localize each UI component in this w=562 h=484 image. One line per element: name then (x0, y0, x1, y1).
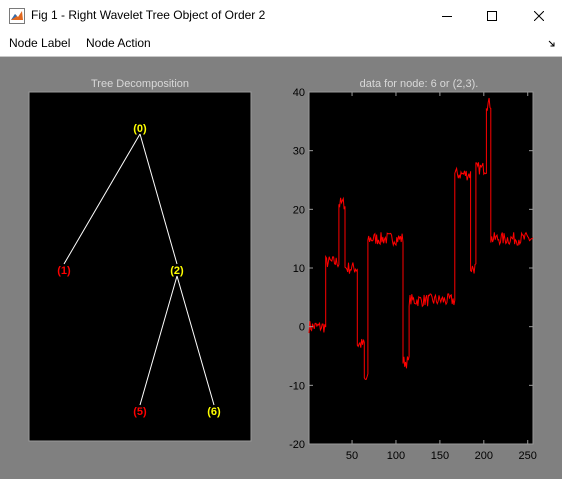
maximize-icon (487, 10, 497, 21)
chart-title: data for node: 6 or (2,3). (360, 78, 479, 90)
tree-panel-title: Tree Decomposition (91, 78, 189, 90)
signal-axes[interactable] (308, 91, 534, 445)
close-icon (534, 10, 544, 21)
figure-svg: Tree Decomposition (0) (1) (2) (5) (6) data … (28, 78, 537, 462)
matlab-figure-icon (9, 8, 25, 24)
tree-node-label[interactable]: (1) (57, 265, 71, 277)
y-tick-label: 10 (293, 263, 305, 275)
x-tick-label: 50 (346, 450, 358, 462)
tree-node-label[interactable]: (2) (170, 265, 184, 277)
tree-node-label[interactable]: (6) (207, 406, 221, 418)
minimize-button[interactable] (424, 0, 470, 31)
x-tick-label: 200 (475, 450, 493, 462)
y-tick-label: 20 (293, 204, 305, 216)
tree-node-label[interactable]: (0) (133, 123, 147, 135)
minimize-icon (442, 15, 452, 17)
y-tick-label: 0 (299, 322, 305, 334)
x-tick-label: 150 (431, 450, 449, 462)
menu-node-action[interactable]: Node Action (86, 36, 151, 50)
x-tick-label: 100 (387, 450, 405, 462)
y-tick-label: -20 (289, 439, 305, 451)
menu-bar: Node Label Node Action (0, 31, 562, 57)
x-tick-label: 250 (519, 450, 537, 462)
close-button[interactable] (516, 0, 562, 31)
y-tick-label: 30 (293, 146, 305, 158)
menu-node-label[interactable]: Node Label (9, 36, 70, 50)
y-tick-label: -10 (289, 380, 305, 392)
y-tick-label: 40 (293, 87, 305, 99)
tree-node-label[interactable]: (5) (133, 406, 147, 418)
dock-arrow-icon[interactable] (548, 40, 556, 48)
window-title: Fig 1 - Right Wavelet Tree Object of Ord… (31, 8, 266, 22)
figure-canvas: Tree Decomposition (0) (1) (2) (5) (6) data … (0, 57, 562, 479)
maximize-button[interactable] (469, 0, 515, 31)
window-title-bar[interactable]: Fig 1 - Right Wavelet Tree Object of Ord… (0, 0, 562, 31)
